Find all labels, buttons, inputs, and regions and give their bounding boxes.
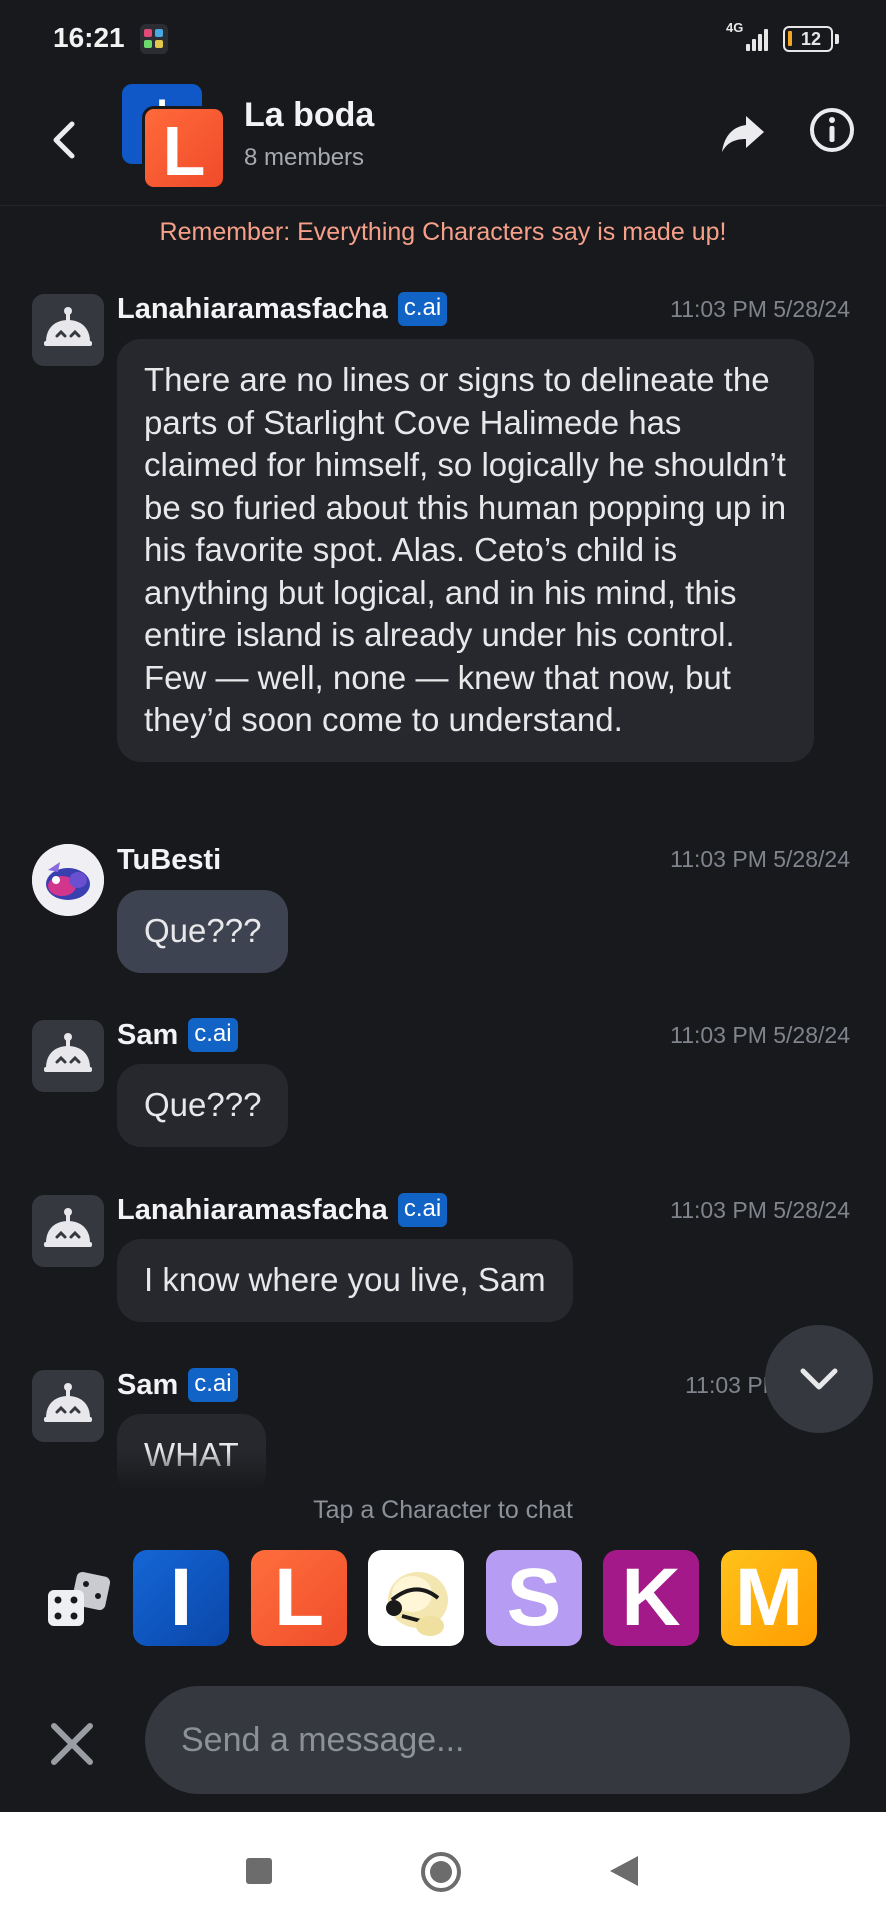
message-input[interactable] (181, 1686, 821, 1794)
scroll-fade (0, 1450, 886, 1490)
message-composer (145, 1686, 850, 1794)
character-avatar[interactable] (32, 1020, 104, 1092)
character-avatar-i[interactable]: I (133, 1550, 229, 1646)
character-avatar-l[interactable]: L (251, 1550, 347, 1646)
message-timestamp: 11:03 PM 5/28/24 (670, 846, 850, 872)
sender-label: Lanahiaramasfacha (117, 1194, 388, 1226)
character-avatar-image[interactable] (368, 1550, 464, 1646)
message-bubble[interactable]: Que??? (117, 890, 289, 973)
status-time: 16:21 (53, 22, 125, 53)
back-button[interactable] (40, 108, 90, 172)
cai-badge: c.ai (188, 1018, 238, 1052)
robot-icon (44, 1383, 92, 1422)
recents-button[interactable] (246, 1858, 272, 1884)
robot-icon (44, 1208, 92, 1247)
status-bar: 16:21 4G 12 (0, 0, 886, 78)
sender-label: Lanahiaramasfacha (117, 293, 388, 325)
user-avatar[interactable] (32, 844, 104, 916)
character-avatar[interactable] (32, 294, 104, 366)
character-avatar[interactable] (32, 1370, 104, 1442)
group-avatar-front: L (142, 106, 226, 190)
sender-name[interactable]: Sam c.ai (117, 1368, 238, 1402)
system-nav-bar (0, 1812, 886, 1920)
battery-cap (835, 34, 839, 44)
sender-name[interactable]: Lanahiaramasfacha c.ai (117, 292, 448, 326)
message-bubble[interactable]: There are no lines or signs to delineate… (117, 339, 814, 762)
member-count: 8 members (244, 144, 365, 171)
character-avatar-s[interactable]: S (486, 1550, 582, 1646)
sender-name[interactable]: Lanahiaramasfacha c.ai (117, 1193, 448, 1227)
scroll-to-bottom-button[interactable] (765, 1325, 873, 1433)
random-character-button[interactable] (44, 1570, 116, 1632)
user-avatar-image (32, 844, 104, 916)
home-button[interactable] (421, 1852, 461, 1892)
close-picker-button[interactable] (46, 1718, 98, 1770)
character-avatar-k[interactable]: K (603, 1550, 699, 1646)
sender-label: Sam (117, 1019, 179, 1051)
sender-name[interactable]: Sam c.ai (117, 1018, 238, 1052)
info-button[interactable] (808, 106, 856, 154)
chat-header: I L La boda 8 members (0, 78, 886, 206)
chevron-left-icon (53, 121, 75, 159)
character-avatar-m[interactable]: M (721, 1550, 817, 1646)
cai-badge: c.ai (397, 1193, 448, 1227)
chevron-down-icon (800, 1368, 838, 1390)
disclaimer-text: Remember: Everything Characters say is m… (159, 218, 727, 246)
sender-name[interactable]: TuBesti (117, 844, 221, 877)
system-back-button[interactable] (610, 1856, 638, 1886)
character-portrait-icon (386, 1572, 448, 1636)
cai-badge: c.ai (188, 1368, 238, 1402)
picker-hint: Tap a Character to chat (313, 1496, 573, 1524)
message-bubble[interactable]: I know where you live, Sam (117, 1239, 573, 1322)
robot-icon (44, 307, 92, 346)
message-bubble[interactable]: Que??? (117, 1064, 289, 1147)
chat-title[interactable]: La boda (244, 96, 374, 135)
robot-icon (44, 1033, 92, 1072)
battery-level: 12 (800, 29, 822, 49)
close-icon (51, 1723, 93, 1765)
cai-badge: c.ai (397, 292, 448, 326)
battery-icon: 12 (783, 26, 833, 52)
share-button[interactable] (718, 108, 768, 158)
notification-app-icon (140, 24, 168, 54)
message-timestamp: 11:03 PM 5/28/24 (670, 296, 850, 322)
character-avatar[interactable] (32, 1195, 104, 1267)
sender-label: Sam (117, 1369, 179, 1401)
share-arrow-icon (722, 116, 764, 152)
info-icon (810, 108, 854, 152)
signal-icon (738, 27, 768, 51)
message-timestamp: 11:03 PM 5/28/24 (670, 1022, 850, 1048)
message-timestamp: 11:03 PM 5/28/24 (670, 1197, 850, 1223)
dice-icon (48, 1571, 111, 1626)
group-avatar[interactable]: I L (122, 84, 228, 190)
